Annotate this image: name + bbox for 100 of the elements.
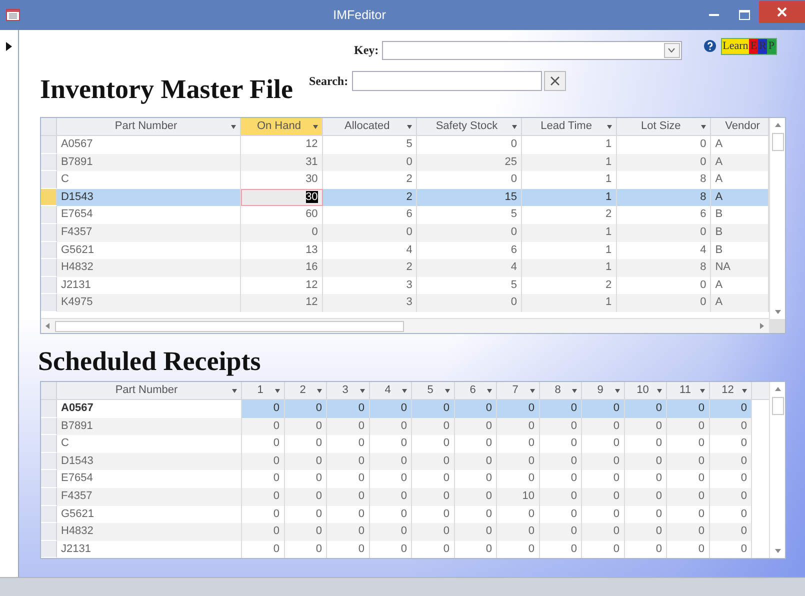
table-cell: 0: [540, 488, 582, 506]
table-cell: 0: [624, 540, 667, 558]
column-header[interactable]: 7: [497, 382, 540, 399]
dropdown-arrow-icon[interactable]: [444, 388, 450, 392]
table-cell: 0: [327, 400, 370, 418]
table-cell: 0: [624, 506, 667, 524]
dropdown-arrow-icon[interactable]: [487, 388, 492, 392]
table-cell: 0: [624, 400, 667, 418]
dropdown-arrow-icon[interactable]: [232, 388, 237, 392]
vertical-scrollbar[interactable]: [769, 382, 785, 558]
table-cell: 0: [582, 452, 624, 470]
table-cell: 0: [710, 470, 752, 488]
table-cell: 0: [624, 470, 667, 488]
dropdown-arrow-icon[interactable]: [657, 388, 662, 392]
column-header[interactable]: 1: [242, 382, 284, 399]
column-header[interactable]: 2: [284, 382, 327, 399]
column-header[interactable]: Lot Size: [616, 118, 712, 135]
table-cell: 0: [454, 540, 497, 558]
dropdown-arrow-icon[interactable]: [407, 124, 412, 128]
column-header[interactable]: 11: [667, 382, 710, 399]
table-cell: 0: [242, 418, 284, 436]
dropdown-arrow-icon[interactable]: [231, 124, 236, 128]
close-icon[interactable]: [777, 7, 787, 17]
form-icon[interactable]: [6, 9, 20, 21]
column-header[interactable]: 10: [624, 382, 667, 399]
table-cell: 0: [322, 154, 418, 172]
dropdown-arrow-icon[interactable]: [274, 388, 280, 392]
table-cell: 0: [616, 224, 712, 242]
maximize-icon[interactable]: [738, 10, 750, 20]
dropdown-arrow-icon[interactable]: [402, 388, 407, 392]
table-cell: 0: [582, 488, 624, 506]
clear-search-button[interactable]: [544, 71, 566, 91]
dropdown-arrow-icon[interactable]: [701, 124, 706, 128]
dropdown-arrow-icon[interactable]: [512, 124, 517, 128]
scroll-right-arrow-icon[interactable]: [759, 323, 765, 329]
table-cell: 0: [624, 418, 667, 436]
table-cell: 0: [284, 506, 327, 524]
column-header[interactable]: Part Number: [57, 382, 242, 399]
column-header[interactable]: On Hand: [241, 118, 323, 135]
dropdown-arrow-icon[interactable]: [572, 388, 577, 392]
scroll-down-arrow-icon[interactable]: [774, 549, 780, 553]
column-header[interactable]: 6: [454, 382, 497, 399]
table-cell: 4: [322, 242, 418, 260]
column-header[interactable]: 8: [540, 382, 582, 399]
chevron-down-icon[interactable]: [668, 48, 676, 52]
dropdown-arrow-icon[interactable]: [530, 388, 534, 392]
scrollbar-thumb[interactable]: [772, 133, 784, 151]
table-cell: 8: [616, 259, 712, 277]
table-cell: 0: [616, 294, 712, 312]
table-cell: 0: [242, 452, 284, 470]
vertical-scrollbar[interactable]: [769, 118, 785, 333]
scroll-down-arrow-icon[interactable]: [774, 310, 780, 314]
scroll-left-arrow-icon[interactable]: [45, 323, 51, 329]
table-cell: 0: [370, 506, 412, 524]
scroll-up-arrow-icon[interactable]: [774, 123, 780, 127]
column-header[interactable]: Safety Stock: [417, 118, 522, 135]
table-cell: 0: [454, 418, 497, 436]
column-header[interactable]: Allocated: [322, 118, 418, 135]
close-button[interactable]: [759, 1, 805, 23]
table-cell: 0: [710, 540, 752, 558]
key-label: Key:: [354, 42, 379, 58]
dropdown-arrow-icon[interactable]: [317, 388, 322, 392]
learn-erp-logo[interactable]: Learn E R P: [720, 38, 777, 54]
column-header[interactable]: 4: [370, 382, 412, 399]
key-combo-box[interactable]: [382, 40, 682, 60]
table-cell: 31: [241, 154, 323, 172]
table-cell: 4: [417, 259, 522, 277]
horizontal-scrollbar[interactable]: [41, 318, 769, 333]
dropdown-arrow-icon[interactable]: [742, 388, 747, 392]
table-cell: 0: [370, 523, 412, 541]
table-cell: 0: [540, 418, 582, 436]
table-cell: 3: [322, 276, 418, 294]
dropdown-arrow-icon[interactable]: [606, 124, 612, 128]
dropdown-arrow-icon[interactable]: [614, 388, 620, 392]
search-field[interactable]: [352, 71, 542, 91]
table-cell: 0: [417, 224, 522, 242]
help-icon[interactable]: [704, 40, 716, 52]
table-cell: G5621: [57, 506, 242, 524]
column-header[interactable]: 3: [327, 382, 370, 399]
table-cell: H4832: [57, 523, 242, 541]
table-cell: 0: [540, 452, 582, 470]
column-header[interactable]: 5: [412, 382, 454, 399]
dropdown-arrow-icon[interactable]: [360, 388, 364, 392]
scrollbar-thumb[interactable]: [772, 397, 784, 415]
scroll-up-arrow-icon[interactable]: [774, 387, 780, 391]
table-cell: 0: [327, 506, 370, 524]
table-cell: 0: [327, 523, 370, 541]
dropdown-arrow-icon[interactable]: [312, 124, 318, 128]
table-cell: 0: [582, 523, 624, 541]
dropdown-arrow-icon[interactable]: [700, 388, 704, 392]
table-cell: 0: [412, 523, 454, 541]
table-cell: 0: [284, 452, 327, 470]
table-cell: 0: [497, 418, 540, 436]
column-header[interactable]: Lead Time: [522, 118, 617, 135]
table-cell: 0: [284, 435, 327, 453]
table-cell: 0: [412, 488, 454, 506]
x-icon[interactable]: [550, 76, 560, 86]
table-cell: 0: [582, 506, 624, 524]
table-cell: 0: [540, 523, 582, 541]
column-header[interactable]: 9: [582, 382, 624, 399]
